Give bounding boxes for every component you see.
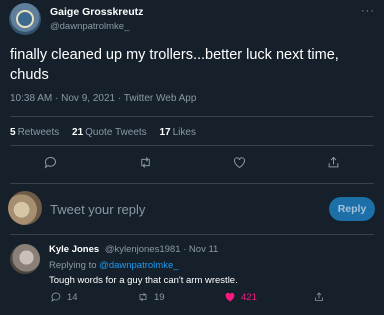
replying-prefix: Replying to [49, 260, 97, 271]
reply-text: Tough words for a guy that can't arm wre… [49, 275, 238, 286]
replying-to-line: Replying to @dawnpatrolmke_ [49, 260, 179, 271]
reply-like-button[interactable]: 421 [224, 291, 257, 303]
retweet-button[interactable] [135, 152, 155, 172]
retweets-label: Retweets [17, 127, 60, 138]
retweet-icon [139, 292, 147, 302]
divider [10, 116, 374, 117]
retweets-count: 5 [10, 127, 16, 138]
reply-share-button[interactable] [313, 291, 325, 303]
reply-retweet-button[interactable]: 19 [137, 291, 165, 303]
reply-icon [51, 292, 61, 302]
tweet-text: finally cleaned up my trollers...better … [10, 47, 339, 83]
quotes-count: 21 [72, 127, 84, 138]
likes-label: Likes [172, 127, 196, 138]
tweet-stats: 5 Retweets 21 Quote Tweets 17 Likes [10, 127, 206, 138]
quotes-stat[interactable]: 21 Quote Tweets [72, 127, 147, 138]
more-icon[interactable]: ··· [361, 5, 375, 17]
reply-icon [44, 156, 56, 169]
share-button[interactable] [323, 152, 343, 172]
tweet-timestamp[interactable]: 10:38 AM · Nov 9, 2021 · Twitter Web App [10, 93, 196, 104]
reply-author-avatar[interactable] [10, 244, 40, 274]
share-icon [328, 156, 338, 167]
tweet-detail-page: Gaige Grosskreutz @dawnpatrolmke_ ··· fi… [0, 0, 384, 315]
quotes-label: Quote Tweets [85, 127, 147, 138]
author-handle[interactable]: @dawnpatrolmke_ [50, 21, 129, 32]
reply-submit-button[interactable]: Reply [329, 197, 375, 221]
like-icon [225, 292, 235, 302]
likes-stat[interactable]: 17 Likes [159, 127, 195, 138]
divider [10, 183, 374, 184]
tweet-header: Gaige Grosskreutz @dawnpatrolmke_ ··· [9, 3, 375, 35]
author-name[interactable]: Gaige Grosskreutz [50, 6, 143, 18]
retweet-icon [140, 156, 150, 168]
reply-header: Kyle Jones @kylenjones1981 · Nov 11 [49, 244, 218, 255]
reply-author-name[interactable]: Kyle Jones [49, 244, 99, 255]
reply-reply-button[interactable]: 14 [50, 291, 78, 303]
reply-reply-count: 14 [67, 291, 78, 303]
reply-author-handle[interactable]: @kylenjones1981 [105, 244, 181, 255]
reply-retweet-count: 19 [154, 291, 165, 303]
replying-to-mention[interactable]: @dawnpatrolmke_ [99, 260, 178, 271]
like-button[interactable] [229, 152, 249, 172]
reply-action-bar: 14 19 421 [0, 291, 384, 307]
tweet-action-bar [0, 152, 384, 176]
like-icon [233, 156, 245, 168]
seal-graphic [16, 10, 34, 28]
likes-count: 17 [159, 127, 171, 138]
share-icon [315, 292, 323, 301]
author-avatar[interactable] [9, 3, 41, 35]
reply-like-count: 421 [241, 291, 257, 303]
divider [10, 234, 374, 235]
current-user-avatar[interactable] [8, 191, 42, 225]
divider [10, 145, 374, 146]
reply-button[interactable] [40, 152, 60, 172]
reply-date[interactable]: · Nov 11 [183, 244, 218, 255]
reply-input[interactable] [50, 199, 270, 219]
retweets-stat[interactable]: 5 Retweets [10, 127, 59, 138]
